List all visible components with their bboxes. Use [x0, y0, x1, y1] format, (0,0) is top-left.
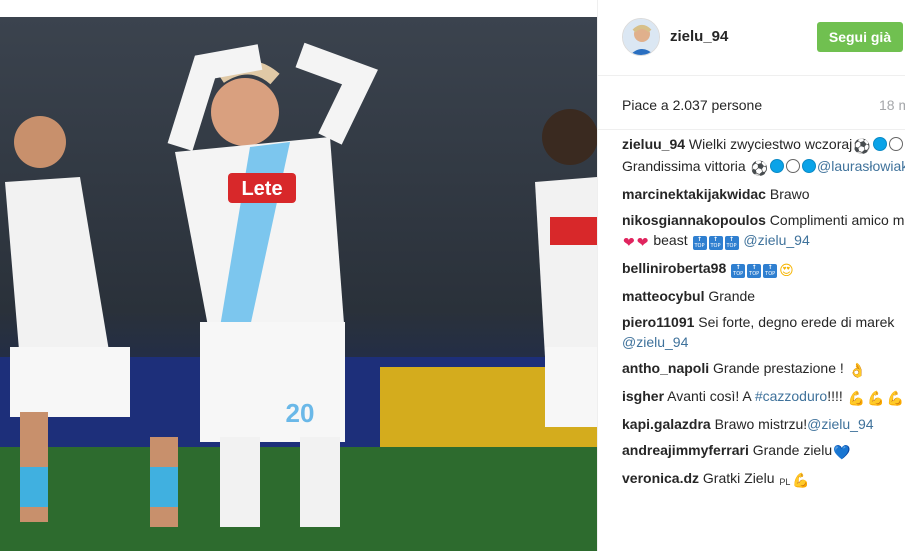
comment-text: beast: [649, 232, 692, 248]
blue-heart-icon: 💙: [833, 444, 851, 460]
comment-text: Grandissima vittoria: [622, 158, 750, 174]
heart-eyes-icon: 😍: [779, 262, 794, 278]
comment-username[interactable]: kapi.galazdra: [622, 416, 711, 432]
author-avatar[interactable]: [622, 18, 660, 56]
photo-illustration: Lete 20: [0, 17, 597, 551]
blue-circle-icon: [872, 137, 887, 151]
comment-item: piero11091 Sei forte, degno erede di mar…: [622, 312, 905, 352]
flexed-biceps-icon: 💪: [886, 390, 904, 406]
white-circle-icon: [786, 159, 801, 173]
comment-username[interactable]: zieluu_94: [622, 136, 685, 152]
blue-circle-icon: [802, 159, 817, 173]
top-arrow-icon: ↑ TOP: [692, 236, 707, 250]
top-arrow-icon: ↑ TOP: [763, 264, 778, 278]
comment-username[interactable]: nikosgiannakopoulos: [622, 212, 766, 228]
post-time[interactable]: 18 m: [879, 97, 905, 113]
comment-text: Brawo: [769, 186, 810, 202]
comment-username[interactable]: belliniroberta98: [622, 260, 726, 276]
flexed-biceps-icon: 💪: [792, 472, 810, 488]
comment-item: nikosgiannakopoulos Complimenti amico mi…: [622, 210, 905, 252]
comment-item: kapi.galazdra Brawo mistrzu!@zielu_94: [622, 414, 905, 434]
comment-text: Grande prestazione !: [713, 360, 848, 376]
flexed-biceps-icon: 💪: [867, 390, 885, 406]
comment-text: Gratki Zielu: [702, 470, 779, 486]
red-heart-icon: ❤: [636, 234, 649, 250]
comment-mention-link[interactable]: @zielu_94: [807, 416, 873, 432]
top-arrow-icon: ↑ TOP: [724, 236, 739, 250]
comment-item: isgher Avanti così! A #cazzoduro!!!! 💪 💪 💪: [622, 386, 905, 408]
likes-row: Piace a 2.037 persone 18 m: [598, 76, 905, 130]
comment-text: Complimenti amico mio: [769, 212, 905, 228]
white-circle-icon: [888, 137, 903, 151]
comment-username[interactable]: matteocybul: [622, 288, 704, 304]
red-heart-icon: ❤: [623, 234, 635, 250]
flexed-biceps-icon: 💪: [847, 390, 866, 406]
soccer-ball-icon: ⚽: [750, 160, 769, 176]
comment-username[interactable]: isgher: [622, 388, 664, 404]
comment-username[interactable]: andreajimmyferrari: [622, 442, 749, 458]
comment-text: Avanti così! A: [667, 388, 755, 404]
top-arrow-icon: ↑ TOP: [747, 264, 762, 278]
comment-item: marcinektakijakwidac Brawo: [622, 184, 905, 204]
jersey-number: 20: [286, 398, 315, 428]
comment-username[interactable]: marcinektakijakwidac: [622, 186, 766, 202]
comment-text: Grande: [708, 288, 756, 304]
comment-text: Grande zielu: [752, 442, 833, 458]
post-photo[interactable]: Lete 20: [0, 17, 597, 551]
comment-mention-link[interactable]: #cazzoduro: [755, 388, 827, 404]
comment-item: belliniroberta98 ↑ TOP ↑ TOP ↑ TOP 😍: [622, 258, 905, 280]
likes-count[interactable]: Piace a 2.037 persone: [622, 97, 762, 113]
comment-text: Wielki zwyciestwo wczoraj: [688, 136, 853, 152]
comment-mention-link[interactable]: @zielu_94: [622, 334, 688, 350]
comment-username[interactable]: antho_napoli: [622, 360, 709, 376]
top-arrow-icon: ↑ TOP: [708, 236, 723, 250]
post-side-panel: zielu_94 Segui già Piace a 2.037 persone…: [597, 0, 905, 551]
pitch: [0, 447, 597, 551]
comment-mention-link[interactable]: @laurasłowiak: [817, 158, 905, 174]
comment-item: zieluu_94 Wielki zwyciestwo wczoraj⚽ Gra…: [622, 134, 905, 178]
comment-text: Brawo mistrzu!: [714, 416, 808, 432]
soccer-ball-icon: ⚽: [853, 138, 871, 154]
ok-hand-icon: 👌: [848, 362, 867, 378]
jersey-sponsor: Lete: [241, 178, 282, 200]
comment-item: matteocybul Grande: [622, 286, 905, 306]
top-arrow-icon: ↑ TOP: [731, 264, 746, 278]
comment-text: !!!!: [827, 388, 847, 404]
comment-item: veronica.dz Gratki Zielu PL 💪: [622, 468, 905, 492]
comment-username[interactable]: piero11091: [622, 314, 694, 330]
pl-flag-icon: PL: [779, 477, 791, 487]
comment-username[interactable]: veronica.dz: [622, 470, 699, 486]
comment-item: andreajimmyferrari Grande zielu💙: [622, 440, 905, 462]
comment-item: antho_napoli Grande prestazione ! 👌: [622, 358, 905, 380]
comment-mention-link[interactable]: @zielu_94: [740, 232, 809, 248]
post-header: zielu_94 Segui già: [598, 0, 905, 76]
author-username[interactable]: zielu_94: [670, 28, 728, 45]
following-button[interactable]: Segui già: [817, 22, 903, 52]
comment-text: Sei forte, degno erede di marek: [698, 314, 895, 330]
blue-circle-icon: [770, 159, 785, 173]
avatar-image: [623, 19, 659, 55]
comments-list: zieluu_94 Wielki zwyciestwo wczoraj⚽ Gra…: [622, 134, 905, 498]
